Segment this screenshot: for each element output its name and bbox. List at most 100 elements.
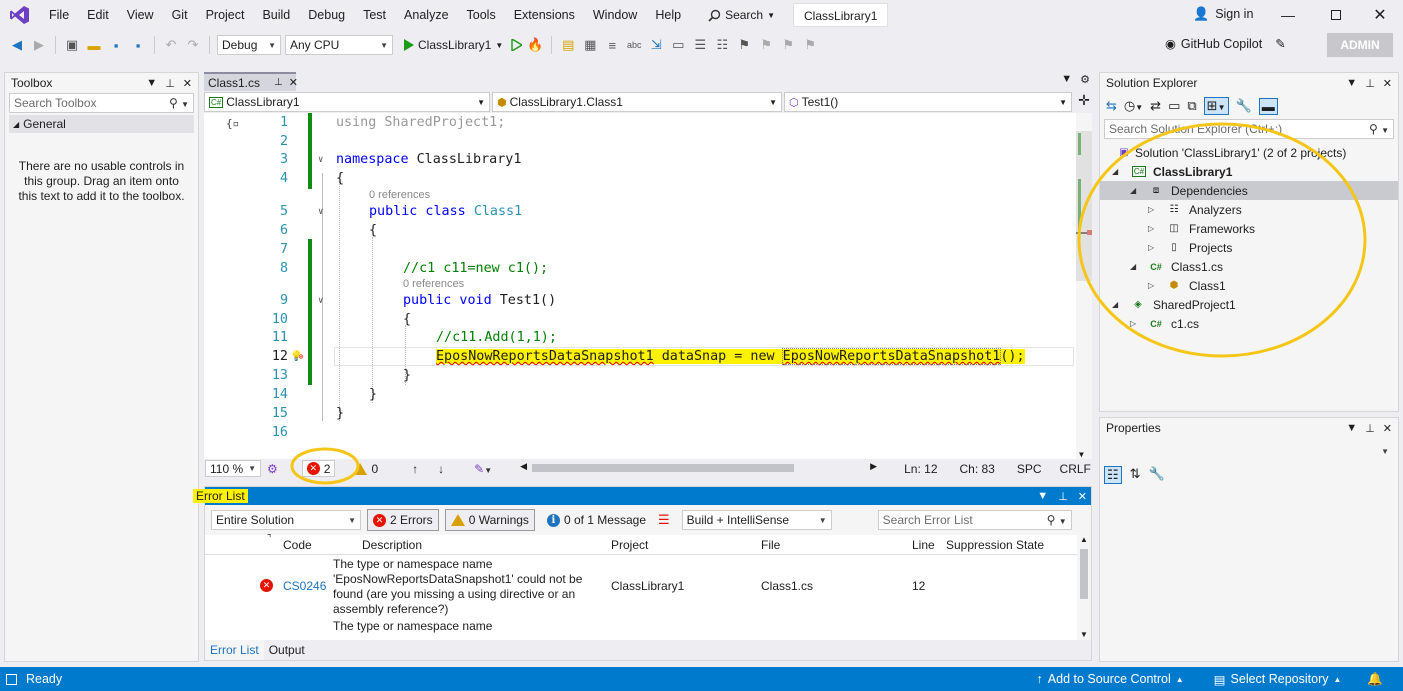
- close-window-button[interactable]: ✕: [1357, 0, 1403, 30]
- format-icon[interactable]: ≡: [603, 36, 621, 54]
- tab-output[interactable]: Output: [264, 640, 310, 660]
- save-icon[interactable]: ▪: [107, 36, 125, 54]
- error-scope-dropdown[interactable]: Entire Solution ▼: [211, 510, 361, 530]
- column-header-line[interactable]: Line: [912, 538, 935, 552]
- forward-icon[interactable]: ▶: [30, 36, 48, 54]
- menu-help[interactable]: Help: [646, 0, 690, 30]
- search-menu[interactable]: Search ▼: [700, 8, 783, 22]
- sync-icon[interactable]: ⇄: [1150, 98, 1161, 114]
- dropdown-icon[interactable]: ▼: [1346, 77, 1357, 90]
- pin-icon[interactable]: ⊥: [1365, 422, 1375, 435]
- feedback-icon[interactable]: ✎: [1275, 36, 1285, 51]
- undo-icon[interactable]: ↶: [162, 36, 180, 54]
- editor-horizontal-scrollbar[interactable]: ◀ ▶: [520, 460, 880, 477]
- menu-test[interactable]: Test: [354, 0, 395, 30]
- menu-analyze[interactable]: Analyze: [395, 0, 457, 30]
- show-all-files-icon[interactable]: ⧉: [1187, 98, 1196, 114]
- expanded-triangle-icon[interactable]: ◢: [1112, 167, 1118, 176]
- hot-reload-icon[interactable]: 🔥: [526, 36, 544, 54]
- bookmark-icon[interactable]: ⚑: [735, 36, 753, 54]
- configuration-dropdown[interactable]: Debug ▼: [217, 35, 281, 55]
- warning-count-indicator[interactable]: 0: [353, 462, 378, 476]
- preview-icon[interactable]: ▬: [1258, 97, 1278, 115]
- column-header-code[interactable]: Code: [283, 538, 312, 552]
- menu-edit[interactable]: Edit: [78, 0, 118, 30]
- tree-item-projects[interactable]: ▷ ▯ Projects: [1100, 238, 1398, 257]
- error-count-indicator[interactable]: ✕ 2: [301, 460, 336, 477]
- tree-item-shared-project[interactable]: ◢ ◈ SharedProject1: [1100, 295, 1398, 314]
- next-issue-icon[interactable]: ↓: [438, 462, 444, 476]
- tab-list-dropdown-icon[interactable]: ▼: [1061, 73, 1072, 86]
- categorized-icon[interactable]: ☷: [1104, 466, 1122, 484]
- pages-icon[interactable]: ▭: [669, 36, 687, 54]
- collapsed-triangle-icon[interactable]: ▷: [1148, 243, 1154, 252]
- notifications-bell-icon[interactable]: 🔔: [1367, 672, 1383, 687]
- save-all-icon[interactable]: ▪: [129, 36, 147, 54]
- warnings-filter-button[interactable]: 0 Warnings: [444, 509, 535, 531]
- collapse-chevron-icon[interactable]: ∨: [318, 207, 323, 217]
- error-list-search-input[interactable]: Search Error List ⚲ ▼: [877, 510, 1072, 530]
- collapse-all-icon[interactable]: ▭: [1168, 98, 1180, 114]
- expanded-triangle-icon[interactable]: ◢: [1112, 300, 1118, 309]
- scroll-thumb[interactable]: [1076, 131, 1092, 281]
- horizontal-scroll-thumb[interactable]: [532, 464, 795, 472]
- errors-filter-button[interactable]: ✕ 2 Errors: [367, 509, 439, 531]
- step-icon[interactable]: ⇲: [647, 36, 665, 54]
- error-code-link[interactable]: CS0246: [283, 579, 326, 593]
- error-row[interactable]: The type or namespace name: [205, 619, 1077, 641]
- start-without-debugging-icon[interactable]: [511, 39, 523, 51]
- properties-object-dropdown[interactable]: ▼: [1104, 442, 1394, 460]
- browse-icon[interactable]: ▤: [559, 36, 577, 54]
- toolbox-group-general[interactable]: ◢ General: [9, 115, 194, 133]
- code-cleanup-icon[interactable]: ✎▼: [474, 462, 492, 476]
- error-row[interactable]: ✕ CS0246 The type or namespace name 'Epo…: [205, 555, 1077, 619]
- tree-item-frameworks[interactable]: ▷ ◫ Frameworks: [1100, 219, 1398, 238]
- collapsed-triangle-icon[interactable]: ▷: [1148, 205, 1154, 214]
- pin-icon[interactable]: ⊥: [1365, 77, 1375, 90]
- collapse-chevron-icon[interactable]: ∨: [318, 296, 323, 306]
- tree-item-project[interactable]: ◢ C# ClassLibrary1: [1100, 162, 1398, 181]
- tree-item-analyzers[interactable]: ▷ ☷ Analyzers: [1100, 200, 1398, 219]
- settings-gear-icon[interactable]: ⚙: [1080, 73, 1090, 86]
- copilot-status-icon[interactable]: ⚙: [267, 462, 278, 476]
- switch-views-icon[interactable]: ⇆: [1106, 98, 1117, 114]
- references-codelens[interactable]: 0 references: [403, 278, 464, 290]
- tab-error-list[interactable]: Error List: [205, 640, 264, 660]
- comment-icon[interactable]: ☰: [691, 36, 709, 54]
- solution-explorer-search-input[interactable]: Search Solution Explorer (Ctrl+;) ⚲ ▼: [1104, 119, 1394, 139]
- menu-git[interactable]: Git: [163, 0, 197, 30]
- bookmark-next-icon[interactable]: ⚑: [779, 36, 797, 54]
- platform-dropdown[interactable]: Any CPU ▼: [285, 35, 393, 55]
- property-pages-icon[interactable]: 🔧: [1149, 466, 1165, 484]
- alphabetical-icon[interactable]: ⇅: [1130, 466, 1141, 484]
- tree-item-c1-cs[interactable]: ▷ C# c1.cs: [1100, 314, 1398, 333]
- scroll-thumb[interactable]: [1080, 549, 1088, 599]
- pin-icon[interactable]: ⊥: [1058, 490, 1068, 503]
- references-codelens[interactable]: 0 references: [369, 189, 430, 201]
- uncomment-icon[interactable]: ☷: [713, 36, 731, 54]
- sign-in-button[interactable]: 👤 Sign in: [1193, 6, 1253, 22]
- line-ending-mode[interactable]: CRLF: [1060, 462, 1091, 476]
- menu-project[interactable]: Project: [197, 0, 254, 30]
- bookmark-prev-icon[interactable]: ⚑: [757, 36, 775, 54]
- menu-window[interactable]: Window: [584, 0, 646, 30]
- column-header-description[interactable]: Description: [362, 538, 422, 552]
- add-to-source-control-button[interactable]: ↑ Add to Source Control ▲: [1037, 672, 1184, 686]
- bookmark-clear-icon[interactable]: ⚑: [801, 36, 819, 54]
- visual-studio-logo-icon[interactable]: [0, 4, 40, 26]
- select-repository-button[interactable]: ▤ Select Repository ▲: [1214, 672, 1342, 687]
- tree-item-class1-cs[interactable]: ◢ C# Class1.cs: [1100, 257, 1398, 276]
- scroll-right-icon[interactable]: ▶: [870, 461, 877, 472]
- project-nav-dropdown[interactable]: C# ClassLibrary1 ▼: [204, 92, 490, 112]
- collapsed-triangle-icon[interactable]: ▷: [1148, 224, 1154, 233]
- column-header-file[interactable]: File: [761, 538, 780, 552]
- class-nav-dropdown[interactable]: ⬢ ClassLibrary1.Class1 ▼: [492, 92, 782, 112]
- history-icon[interactable]: ◷▼: [1124, 98, 1143, 114]
- dropdown-icon[interactable]: ▼: [146, 77, 157, 90]
- toolbox-search-input[interactable]: Search Toolbox ⚲ ▼: [9, 93, 194, 113]
- tree-item-solution[interactable]: ▣ Solution 'ClassLibrary1' (2 of 2 proje…: [1100, 143, 1398, 162]
- tree-item-class1[interactable]: ▷ ⬢ Class1: [1100, 276, 1398, 295]
- editor-vertical-scrollbar[interactable]: ▼: [1076, 113, 1092, 459]
- spell-check-icon[interactable]: abc: [625, 36, 643, 54]
- tree-item-dependencies[interactable]: ◢ ⧈ Dependencies: [1100, 181, 1398, 200]
